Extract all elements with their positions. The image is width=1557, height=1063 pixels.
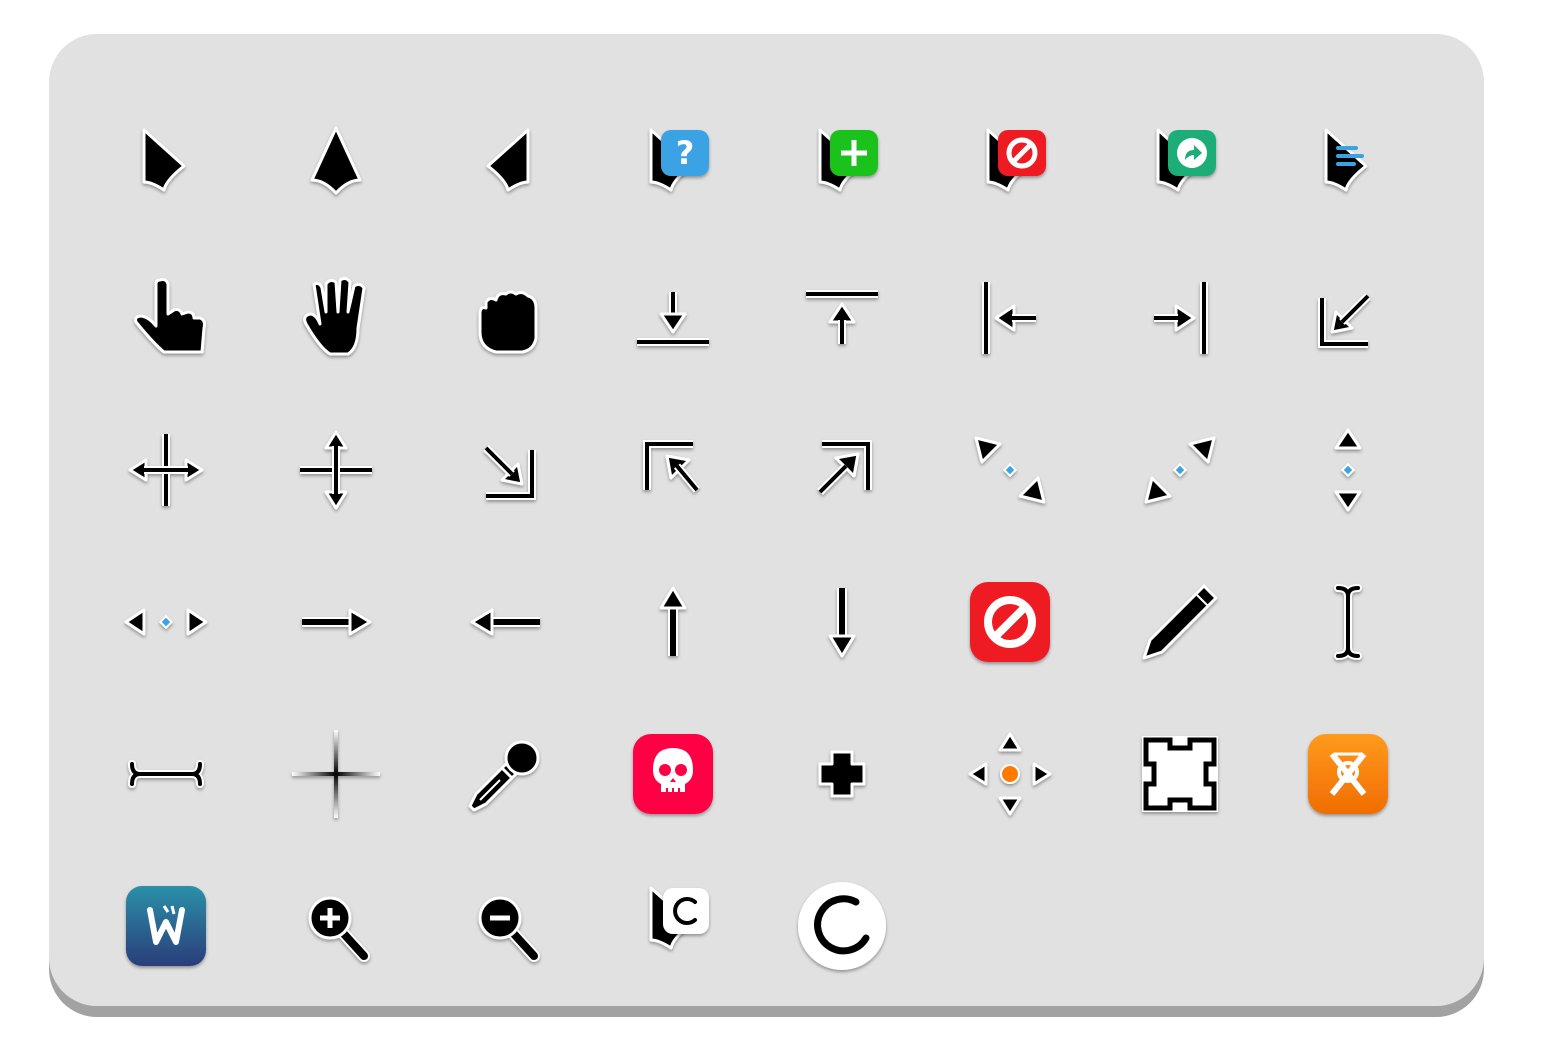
size-vertical-icon (286, 420, 386, 520)
nesw-resize-icon (1130, 420, 1230, 520)
color-picker-icon (456, 724, 556, 824)
not-allowed-icon (960, 572, 1060, 672)
vertical-text-icon (116, 724, 216, 824)
top-left-corner-icon (623, 420, 723, 520)
top-right-corner-icon (792, 420, 892, 520)
zoom-out-icon (456, 876, 556, 976)
bottom-left-corner-icon (1298, 268, 1398, 368)
dotbox-icon (1130, 724, 1230, 824)
pencil-icon (1130, 572, 1230, 672)
pirate-icon (623, 724, 723, 824)
bottom-right-corner-icon (456, 420, 556, 520)
progress-pointer-icon (623, 876, 723, 976)
progress-icon (1298, 118, 1398, 218)
left-side-icon (960, 268, 1060, 368)
default-icon (116, 118, 216, 218)
all-scroll-icon (960, 724, 1060, 824)
top-side-icon (792, 268, 892, 368)
center-ptr-icon (286, 118, 386, 218)
bottom-side-icon (623, 268, 723, 368)
plus-icon (792, 724, 892, 824)
x-cursor-icon (1298, 724, 1398, 824)
grabbing-icon (456, 268, 556, 368)
left-arrow-icon (456, 572, 556, 672)
nwse-resize-icon (960, 420, 1060, 520)
up-arrow-icon (623, 572, 723, 672)
svg-text:?: ? (676, 134, 695, 172)
move-icon (116, 420, 216, 520)
down-arrow-icon (792, 572, 892, 672)
ns-resize-icon (1298, 420, 1398, 520)
cursor-theme-preview-sheet: ? (49, 34, 1484, 1006)
right-arrow-icon (286, 572, 386, 672)
right-ptr-icon (456, 118, 556, 218)
right-side-icon (1130, 268, 1230, 368)
copy-icon (792, 118, 892, 218)
ew-resize-icon (116, 572, 216, 672)
alias-icon (1130, 118, 1230, 218)
open-hand-icon (286, 268, 386, 368)
zoom-in-icon (286, 876, 386, 976)
wait-icon (792, 876, 892, 976)
text-cursor-icon (1298, 572, 1398, 672)
wayland-cursor-icon (116, 876, 216, 976)
no-drop-icon (960, 118, 1060, 218)
pointer-icon (116, 268, 216, 368)
crosshair-icon (286, 724, 386, 824)
help-icon: ? (623, 118, 723, 218)
